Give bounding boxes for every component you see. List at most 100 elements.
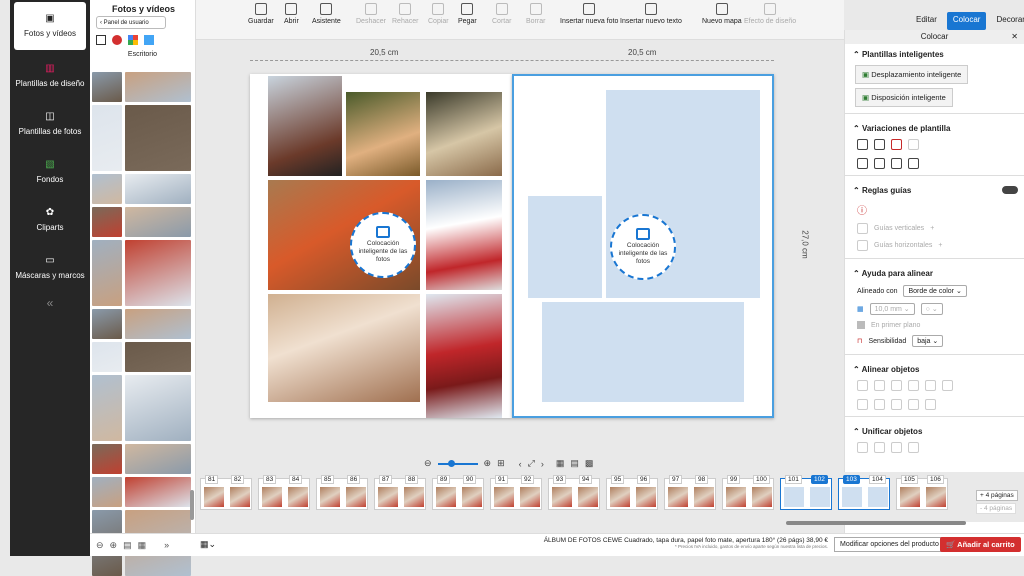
view-mode-icon-1[interactable]: ▦ <box>556 458 565 469</box>
split-h-icon[interactable] <box>891 158 902 169</box>
toolbar-nuevo-mapa-button[interactable]: Nuevo mapa <box>702 3 742 25</box>
page-spread-thumbnail[interactable]: 81 82 <box>200 475 252 510</box>
view-mode-icon-3[interactable]: ▩ <box>585 458 594 469</box>
folder-icon[interactable] <box>144 35 154 45</box>
photo-placeholder-2[interactable] <box>528 196 602 298</box>
left-page[interactable]: Colocación inteligente de las fotos <box>250 74 512 418</box>
collapse-nav-button[interactable]: « <box>10 296 90 310</box>
photo-panel-scrollbar[interactable] <box>190 490 194 520</box>
photo-child-snow[interactable] <box>426 180 502 290</box>
photo-thumbnail[interactable] <box>125 477 191 507</box>
photo-thumbnail[interactable] <box>92 72 122 102</box>
page-spread-thumbnail[interactable]: 95 96 <box>606 475 658 510</box>
toolbar-insertar-nueva-foto-button[interactable]: Insertar nueva foto <box>560 3 618 25</box>
align-with-select[interactable]: Borde de color ⌄ <box>903 285 967 297</box>
photo-thumbnail[interactable] <box>125 105 191 171</box>
add-pages-button[interactable]: + 4 páginas <box>976 490 1018 501</box>
magnet-icon[interactable]: ⊓ <box>857 337 862 345</box>
page-spread-thumbnail[interactable]: 105 106 <box>896 475 948 510</box>
photo-placeholder-3[interactable] <box>542 302 744 402</box>
layout-selector-icon[interactable]: ▦⌄ <box>200 539 216 550</box>
toolbar-asistente-button[interactable]: Asistente <box>312 3 341 25</box>
mode-edit[interactable]: Editar <box>910 12 943 30</box>
shuffle-cross-icon[interactable] <box>874 139 885 150</box>
smart-move-button[interactable]: ▣ Desplazamiento inteligente <box>855 65 969 84</box>
zoom-out-icon[interactable]: ⊖ <box>424 458 432 469</box>
nav-cliparts[interactable]: ✿ Cliparts <box>10 196 90 244</box>
smart-placement-badge-left[interactable]: Colocación inteligente de las fotos <box>350 212 416 278</box>
shuffle-icon[interactable] <box>857 139 868 150</box>
prev-page-icon[interactable]: ‹ <box>519 459 522 469</box>
device-icon[interactable] <box>96 35 106 45</box>
toolbar-abrir-button[interactable]: Abrir <box>284 3 299 25</box>
zoom-slider[interactable] <box>437 459 478 467</box>
remove-photo-icon[interactable] <box>891 139 902 150</box>
user-panel-button[interactable]: ‹ Panel de usuario <box>96 16 166 29</box>
photo-thumbnail[interactable] <box>92 477 122 507</box>
photo-thumbnail[interactable] <box>92 444 122 474</box>
guides-toggle[interactable] <box>1002 186 1018 194</box>
swap-right-icon[interactable] <box>874 158 885 169</box>
nav-photos-videos[interactable]: ▣ Fotos y vídeos <box>14 2 86 50</box>
section-guides[interactable]: ⌃ Reglas guías <box>845 180 1024 199</box>
nav-design-templates[interactable]: ▥ Plantillas de diseño <box>10 52 90 100</box>
mode-decorate[interactable]: Decorar <box>990 12 1024 30</box>
photo-thumbnail[interactable] <box>125 444 191 474</box>
photo-thumbnail[interactable] <box>92 174 122 204</box>
page-spread-thumbnail[interactable]: 87 88 <box>374 475 426 510</box>
zoom-in-thumbs-icon[interactable]: ⊕ <box>110 540 118 551</box>
photo-thumbnail[interactable] <box>92 309 122 339</box>
toolbar-pegar-button[interactable]: Pegar <box>458 3 477 25</box>
add-page-icon[interactable]: ⊞ <box>497 458 505 469</box>
photo-thumbnail[interactable] <box>92 375 122 441</box>
right-page[interactable]: Colocación inteligente de las fotos <box>512 74 774 418</box>
page-spread-thumbnail[interactable]: 99 100 <box>722 475 774 510</box>
google-photos-icon[interactable] <box>128 35 138 45</box>
zoom-in-icon[interactable]: ⊕ <box>484 458 492 469</box>
sensitivity-select[interactable]: baja ⌄ <box>912 335 944 347</box>
page-spread-thumbnail[interactable]: 93 94 <box>548 475 600 510</box>
page-spread-thumbnail[interactable]: 97 98 <box>664 475 716 510</box>
grid-icon[interactable]: ▦ <box>857 305 864 313</box>
nav-masks-frames[interactable]: ▭ Máscaras y marcos <box>10 244 90 292</box>
grid-view-icon[interactable]: ▦ <box>138 540 147 551</box>
photo-snowman[interactable] <box>268 76 342 176</box>
zoom-out-thumbs-icon[interactable]: ⊖ <box>96 540 104 551</box>
mode-place[interactable]: Colocar <box>946 12 987 30</box>
photo-thumbnail[interactable] <box>125 72 191 102</box>
view-mode-icon-2[interactable]: ▤ <box>570 458 579 469</box>
photo-thumbnail[interactable] <box>125 240 191 306</box>
photo-child-red-hat[interactable] <box>426 294 502 418</box>
photo-woman-winter[interactable] <box>346 92 420 176</box>
split-v-icon[interactable] <box>908 158 919 169</box>
photo-thumbnail[interactable] <box>125 342 191 372</box>
smart-placement-badge-right[interactable]: Colocación inteligente de las fotos <box>610 214 676 280</box>
section-variations[interactable]: ⌃ Variaciones de plantilla <box>845 118 1024 137</box>
photo-thumbnail[interactable] <box>125 375 191 441</box>
section-unify[interactable]: ⌃ Unificar objetos <box>845 421 1024 440</box>
strip-scrollbar[interactable] <box>786 521 966 525</box>
page-spread-thumbnail[interactable]: 89 90 <box>432 475 484 510</box>
photo-thumbnail[interactable] <box>125 309 191 339</box>
photo-thumbnail[interactable] <box>92 240 122 306</box>
page-spread-thumbnail[interactable]: 103 104 <box>838 475 890 510</box>
swap-left-icon[interactable] <box>857 158 868 169</box>
next-page-icon[interactable]: › <box>541 459 544 469</box>
modify-product-button[interactable]: Modificar opciones del producto <box>834 537 945 552</box>
fit-view-icon[interactable]: ⤢ <box>528 458 535 469</box>
toolbar-insertar-nuevo-texto-button[interactable]: Insertar nuevo texto <box>620 3 682 25</box>
photo-thumbnail[interactable] <box>92 207 122 237</box>
toolbar-guardar-button[interactable]: Guardar <box>248 3 274 25</box>
photo-thumbnail[interactable] <box>92 342 122 372</box>
info-icon[interactable]: ⓘ <box>857 202 867 217</box>
section-align-help[interactable]: ⌃ Ayuda para alinear <box>845 263 1024 282</box>
page-spread-thumbnail[interactable]: 91 92 <box>490 475 542 510</box>
close-icon[interactable]: ✕ <box>1011 30 1018 44</box>
section-smart-templates[interactable]: ⌃ Plantillas inteligentes <box>845 44 1024 63</box>
section-align-objects[interactable]: ⌃ Alinear objetos <box>845 359 1024 378</box>
photo-couple-tea[interactable] <box>426 92 502 176</box>
nav-photo-templates[interactable]: ◫ Plantillas de fotos <box>10 100 90 148</box>
page-spread-thumbnail[interactable]: 85 86 <box>316 475 368 510</box>
list-view-icon[interactable]: ▤ <box>123 540 132 551</box>
add-to-cart-button[interactable]: 🛒 Añadir al carrito <box>940 537 1021 552</box>
